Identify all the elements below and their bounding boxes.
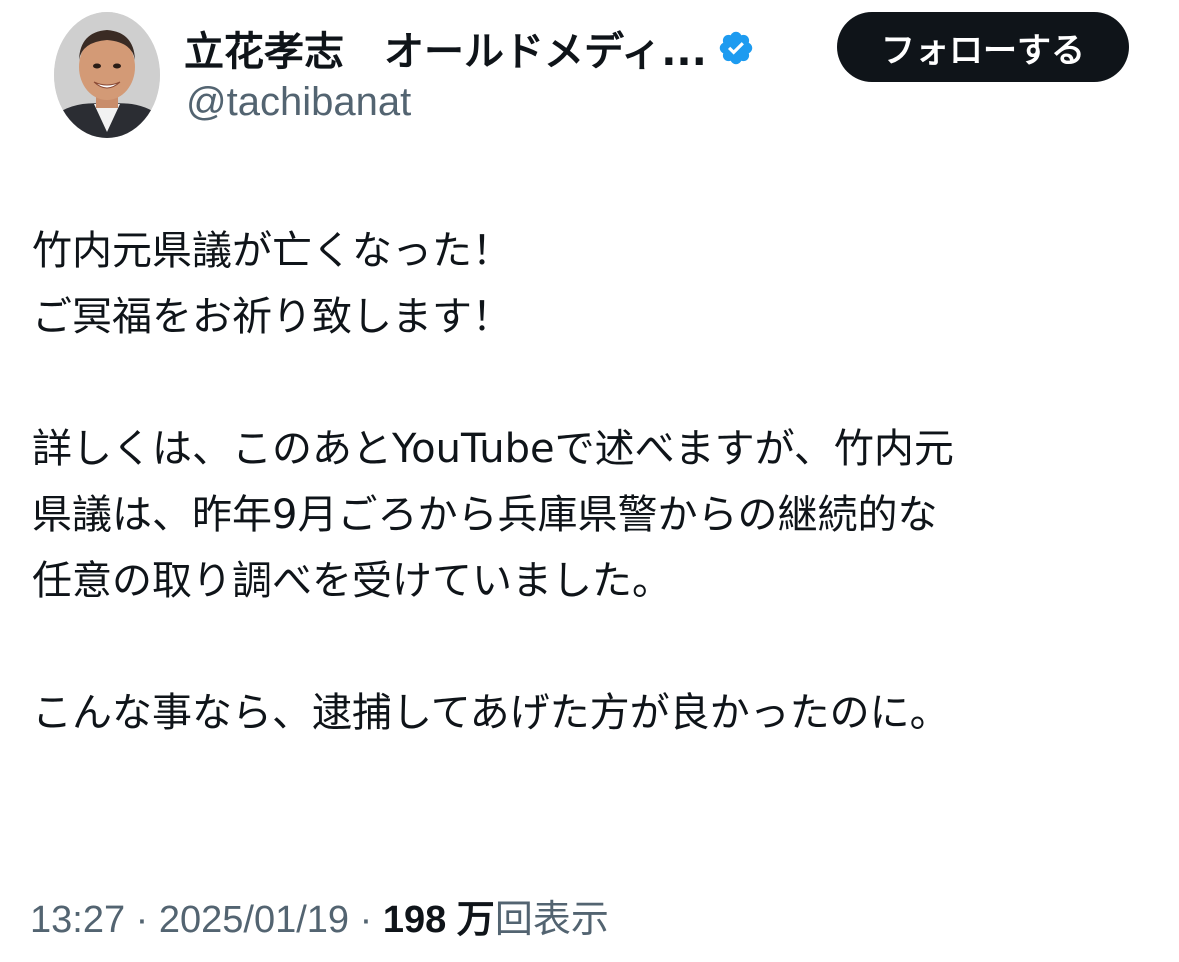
tweet-line: 任意の取り調べを受けていました。 [32, 558, 672, 604]
verified-badge-icon [717, 29, 755, 67]
follow-button[interactable]: フォローする [837, 12, 1129, 82]
tweet-line: 竹内元県議が亡くなった！ [32, 228, 512, 274]
tweet-date[interactable]: 2025/01/19 [159, 899, 349, 941]
tweet-meta: 13:27 · 2025/01/19 · 198 万回表示 [30, 888, 609, 943]
tweet-time[interactable]: 13:27 [30, 899, 125, 941]
author-display-name[interactable]: 立花孝志 オールドメディ... [184, 19, 707, 77]
views-count: 198 万 [382, 899, 495, 941]
author-name-row[interactable]: 立花孝志 オールドメディ... [184, 19, 755, 77]
tweet: 立花孝志 オールドメディ... @tachibanat フォローする 竹内元県議… [0, 0, 1179, 962]
tweet-line: こんな事なら、逮捕してあげた方が良かったのに。 [32, 690, 950, 736]
views-label: 回表示 [494, 899, 609, 941]
tweet-line: 詳しくは、このあとYouTubeで述べますが、竹内元 [32, 426, 954, 472]
tweet-line: 県議は、昨年9月ごろから兵庫県警からの継続的な [32, 492, 938, 538]
tweet-line: ご冥福をお祈り致します！ [32, 294, 512, 340]
meta-separator: · [125, 899, 159, 941]
avatar[interactable] [54, 12, 160, 138]
author-handle[interactable]: @tachibanat [186, 80, 411, 125]
meta-separator: · [349, 899, 383, 941]
avatar-photo [54, 12, 160, 138]
tweet-text: 竹内元県議が亡くなった！ ご冥福をお祈り致します！ 詳しくは、このあとYouTu… [32, 218, 1162, 746]
